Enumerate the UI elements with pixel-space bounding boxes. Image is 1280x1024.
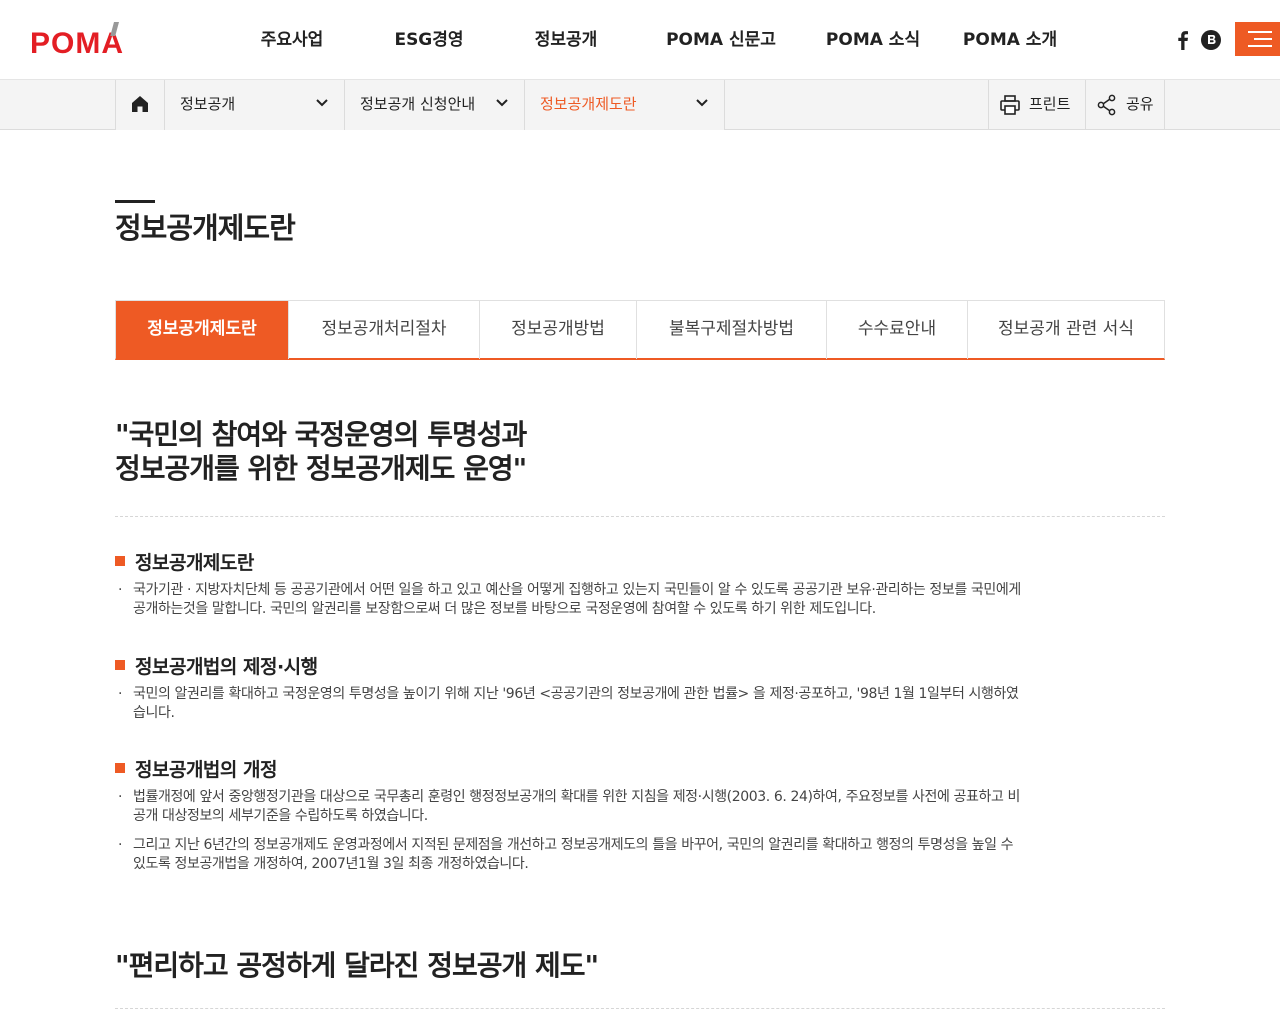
poma-logo[interactable]: POMA — [30, 22, 152, 56]
facebook-icon[interactable] — [1172, 28, 1194, 52]
menu-line-icon — [1248, 31, 1272, 33]
headline-secondary: "편리하고 공정하게 달라진 정보공개 제도" — [115, 949, 599, 982]
location-dropdown-depth3[interactable]: 정보공개제도란 — [525, 80, 725, 130]
bullet-text-line: 습니다. — [133, 705, 175, 721]
nav-about[interactable]: POMA 소개 — [940, 0, 1080, 80]
square-bullet-icon — [115, 660, 125, 670]
tab-forms[interactable]: 정보공개 관련 서식 — [968, 301, 1164, 359]
sub-tabs: 정보공개제도란 정보공개처리절차 정보공개방법 불복구제절차방법 수수료안내 정… — [115, 300, 1165, 360]
bullet-item: · 그리고 지난 6년간의 정보공개제도 운영과정에서 지적된 문제점을 개선하… — [118, 836, 1166, 874]
bullet-text-line: 국민의 알권리를 확대하고 국정운영의 투명성을 높이기 위해 지난 '96년 … — [133, 686, 1019, 702]
nav-news[interactable]: POMA 소식 — [806, 0, 940, 80]
all-menu-button[interactable] — [1235, 22, 1280, 56]
bullet-text-line: 법률개정에 앞서 중앙행정기관을 대상으로 국무총리 훈령인 행정정보공개의 확… — [133, 789, 1020, 805]
tab-process[interactable]: 정보공개처리절차 — [289, 301, 480, 359]
location-dropdown-depth1[interactable]: 정보공개 — [165, 80, 345, 130]
location-dropdown-label: 정보공개 — [180, 95, 236, 113]
bullet-dot: · — [118, 686, 123, 702]
location-bar: 정보공개 정보공개 신청안내 정보공개제도란 프린트 공유 — [0, 80, 1280, 130]
location-dropdown-label: 정보공개 신청안내 — [360, 95, 476, 113]
bullet-text-line: 있도록 정보공개법을 개정하여, 2007년1월 3일 최종 개정하였습니다. — [133, 856, 529, 872]
square-bullet-icon — [115, 556, 125, 566]
nav-info-disclosure[interactable]: 정보공개 — [496, 0, 636, 80]
bullet-item: · 국민의 알권리를 확대하고 국정운영의 투명성을 높이기 위해 지난 '96… — [118, 685, 1166, 723]
bullet-text-line: 공개 대상정보의 세부기준을 수립하도록 하였습니다. — [133, 808, 428, 824]
main-nav: 주요사업 ESG경영 정보공개 POMA 신문고 POMA 소식 POMA 소개 — [222, 0, 1080, 80]
svg-text:POMA: POMA — [30, 27, 124, 56]
share-label: 공유 — [1126, 95, 1154, 113]
bullet-item: · 국가기관 · 지방자치단체 등 공공기관에서 어떤 일을 하고 있고 예산을… — [118, 581, 1166, 619]
printer-icon — [1000, 95, 1020, 115]
divider — [115, 1008, 1165, 1009]
menu-line-icon — [1254, 38, 1272, 40]
square-bullet-icon — [115, 763, 125, 773]
bullet-text-line: 공개하는것을 말합니다. 국민의 알권리를 보장함으로써 더 많은 정보를 바탕… — [133, 601, 876, 617]
print-button[interactable]: 프린트 — [988, 80, 1085, 130]
section-title-text: 정보공개법의 제정·시행 — [135, 656, 318, 678]
tab-info-system[interactable]: 정보공개제도란 — [116, 301, 289, 359]
bullet-text-line: 그리고 지난 6년간의 정보공개제도 운영과정에서 지적된 문제점을 개선하고 … — [133, 837, 1014, 853]
section-title-text: 정보공개법의 개정 — [135, 759, 277, 781]
section-title: 정보공개법의 제정·시행 — [115, 652, 318, 679]
print-label: 프린트 — [1029, 95, 1071, 113]
bullet-dot: · — [118, 837, 123, 853]
share-button[interactable]: 공유 — [1085, 80, 1165, 130]
menu-line-icon — [1248, 45, 1272, 47]
section-title: 정보공개법의 개정 — [115, 755, 277, 782]
bullet-dot: · — [118, 582, 123, 598]
section-title: 정보공개제도란 — [115, 548, 254, 575]
bullet-dot: · — [118, 789, 123, 805]
section-title-text: 정보공개제도란 — [135, 552, 254, 574]
headline-line: "국민의 참여와 국정운영의 투명성과 — [115, 418, 527, 451]
tab-method[interactable]: 정보공개방법 — [480, 301, 637, 359]
nav-petition[interactable]: POMA 신문고 — [636, 0, 806, 80]
location-dropdown-label: 정보공개제도란 — [540, 95, 637, 113]
home-button[interactable] — [115, 80, 165, 130]
bullet-text-line: 국가기관 · 지방자치단체 등 공공기관에서 어떤 일을 하고 있고 예산을 어… — [133, 582, 1021, 598]
tab-appeal[interactable]: 불복구제절차방법 — [637, 301, 827, 359]
blog-icon[interactable] — [1200, 29, 1222, 51]
chevron-down-icon — [496, 99, 508, 107]
chevron-down-icon — [696, 99, 708, 107]
chevron-down-icon — [316, 99, 328, 107]
bullet-item: · 법률개정에 앞서 중앙행정기관을 대상으로 국무총리 훈령인 행정정보공개의… — [118, 788, 1166, 826]
nav-esg[interactable]: ESG경영 — [362, 0, 496, 80]
nav-business[interactable]: 주요사업 — [222, 0, 362, 80]
page-title: 정보공개제도란 — [115, 211, 296, 245]
home-icon — [132, 96, 148, 112]
headline: "국민의 참여와 국정운영의 투명성과 정보공개를 위한 정보공개제도 운영" — [115, 418, 527, 486]
location-dropdown-depth2[interactable]: 정보공개 신청안내 — [345, 80, 525, 130]
divider — [115, 516, 1165, 517]
title-accent-bar — [115, 200, 155, 203]
headline-line: 정보공개를 위한 정보공개제도 운영" — [115, 452, 527, 485]
share-icon — [1097, 94, 1116, 116]
tab-fees[interactable]: 수수료안내 — [827, 301, 968, 359]
site-header: POMA 주요사업 ESG경영 정보공개 POMA 신문고 POMA 소식 PO… — [0, 0, 1280, 80]
